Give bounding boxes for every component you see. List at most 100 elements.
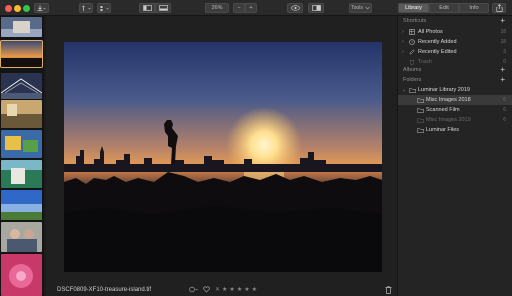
thumbnail[interactable] (1, 100, 42, 128)
view-mode-button[interactable] (97, 3, 111, 13)
thumbnail-image (1, 17, 42, 37)
share-button[interactable] (492, 3, 506, 13)
chevron-right-icon: › (402, 29, 404, 35)
tools-label: Tools (351, 5, 363, 11)
shortcut-count: 3 (503, 49, 506, 55)
chevron-right-icon: › (402, 49, 404, 55)
toolbar: 26% − + Tools Library Edit Info (0, 0, 512, 16)
shortcut-all-photos[interactable]: › All Photos 18 (398, 27, 512, 37)
thumbnail-image (1, 190, 42, 220)
shortcut-label: Recently Edited (418, 49, 457, 55)
filmstrip (0, 16, 44, 296)
preview-button[interactable] (287, 3, 303, 13)
folder-scanned-film[interactable]: Scanned Film 6 (398, 105, 512, 115)
thumbnail-selected[interactable] (0, 40, 43, 68)
star-icon[interactable]: ★ (222, 286, 227, 293)
edit-icon (409, 49, 415, 55)
shortcut-recently-edited[interactable]: › Recently Edited 3 (398, 47, 512, 57)
chevron-right-icon: › (402, 39, 404, 45)
shortcuts-header: Shortcuts (403, 18, 427, 24)
folder-misc-images-2018[interactable]: Misc Images 2018 6 (398, 95, 512, 105)
star-icon[interactable]: ★ (237, 286, 242, 293)
bottom-info-bar: DSCF0809-XF10-treasure-island.tif ✕ ★ ★ … (46, 284, 397, 296)
filmstrip-icon (158, 5, 168, 11)
import-button[interactable] (34, 3, 49, 13)
close-window-button[interactable] (5, 5, 12, 12)
shortcut-label: Recently Added (418, 39, 457, 45)
shortcut-count: 18 (500, 39, 506, 45)
zoom-level-value: 26% (211, 5, 223, 11)
thumbnail[interactable] (1, 222, 42, 252)
folder-count: 6 (503, 97, 506, 103)
shortcut-label: All Photos (418, 29, 443, 35)
thumbnail-image (1, 254, 42, 296)
folders-header: Folders (403, 77, 422, 83)
sort-icon (81, 5, 91, 11)
thumbnail-image (1, 222, 42, 252)
shortcut-trash[interactable]: Trash 0 (398, 57, 512, 67)
main-photo[interactable] (64, 42, 382, 272)
reject-icon[interactable]: ✕ (215, 286, 220, 293)
add-album-button[interactable]: + (500, 66, 505, 74)
zoom-out-button[interactable]: − (233, 3, 245, 13)
tab-library[interactable]: Library (398, 3, 429, 13)
add-folder-button[interactable]: + (500, 76, 505, 84)
star-icon[interactable]: ★ (252, 286, 257, 293)
add-shortcut-button[interactable]: + (500, 17, 505, 25)
module-tabs: Library Edit Info (398, 3, 489, 13)
folder-misc-images-2019[interactable]: Misc Images 2019 6 (398, 115, 512, 125)
panel-toggle-group (139, 3, 171, 13)
folder-count: 6 (503, 107, 506, 113)
tab-info[interactable]: Info (459, 3, 489, 13)
thumbnail[interactable] (1, 160, 42, 188)
compare-button[interactable] (308, 3, 324, 13)
folder-label: Scanned Film (426, 107, 460, 113)
albums-header: Albums (403, 67, 422, 73)
thumbnail[interactable] (1, 73, 42, 99)
thumbnail[interactable] (1, 254, 42, 296)
tab-edit-label: Edit (439, 5, 449, 11)
folder-label: Misc Images 2019 (426, 117, 471, 123)
folder-luminar-library-2019[interactable]: ⌄ Luminar Library 2019 (398, 85, 512, 95)
eye-icon (290, 5, 300, 11)
tab-info-label: Info (469, 5, 479, 11)
tab-library-label: Library (405, 5, 422, 11)
minimize-window-button[interactable] (14, 5, 21, 12)
sidebar-toggle-button[interactable] (139, 3, 155, 13)
chevron-down-icon (365, 6, 370, 10)
photos-icon (409, 29, 415, 35)
filmstrip-toggle-button[interactable] (155, 3, 171, 13)
image-canvas: DSCF0809-XF10-treasure-island.tif ✕ ★ ★ … (46, 16, 397, 296)
sidebar-icon (142, 5, 152, 11)
zoom-in-button[interactable]: + (245, 3, 257, 13)
folder-label: Luminar Files (426, 127, 460, 133)
shortcut-recently-added[interactable]: › Recently Added 18 (398, 37, 512, 47)
sort-button[interactable] (79, 3, 93, 13)
delete-icon[interactable] (385, 286, 392, 294)
folder-icon (417, 117, 424, 123)
thumbnail[interactable] (1, 130, 42, 158)
library-sidebar: Shortcuts + › All Photos 18 › Recently A… (397, 16, 512, 296)
thumbnail-image (1, 130, 42, 158)
zoom-buttons: − + (233, 3, 257, 13)
download-icon (37, 5, 46, 11)
folder-luminar-files[interactable]: Luminar Files (398, 125, 512, 135)
tools-menu-button[interactable]: Tools (349, 3, 372, 13)
folder-count: 6 (503, 117, 506, 123)
flag-group (189, 286, 210, 293)
star-icon[interactable]: ★ (229, 286, 234, 293)
trash-icon (409, 59, 415, 65)
thumbnail[interactable] (1, 190, 42, 220)
star-rating: ✕ ★ ★ ★ ★ ★ (215, 286, 257, 293)
compare-icon (311, 5, 321, 11)
thumbnail-image (1, 73, 42, 99)
thumbnail[interactable] (1, 17, 42, 37)
tab-edit[interactable]: Edit (429, 3, 459, 13)
heart-icon[interactable] (203, 286, 210, 293)
share-icon (495, 4, 503, 12)
star-icon[interactable]: ★ (244, 286, 249, 293)
zoom-window-button[interactable] (23, 5, 30, 12)
zoom-level-dropdown[interactable]: 26% (205, 3, 229, 13)
image-filename: DSCF0809-XF10-treasure-island.tif (57, 287, 152, 293)
color-label-icon[interactable] (189, 286, 199, 293)
